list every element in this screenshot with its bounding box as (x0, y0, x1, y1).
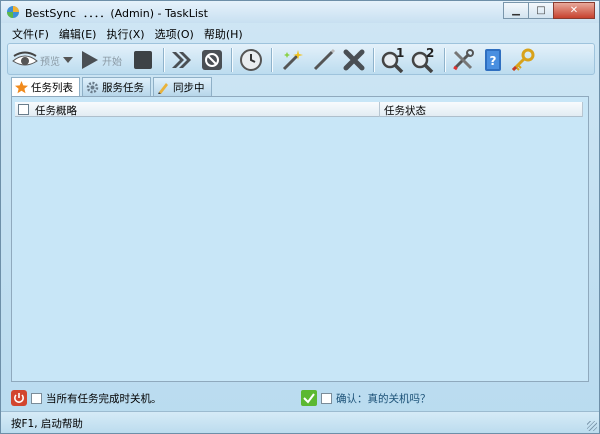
star-icon (15, 81, 28, 94)
find-2-button[interactable]: 2 (410, 47, 436, 73)
tab-syncing[interactable]: 同步中 (153, 77, 212, 96)
settings-button[interactable] (451, 48, 475, 72)
app-window: BestSync ．．．．(Admin) - TaskList ▁ □ ✕ 文件… (0, 0, 600, 434)
tab-syncing-label: 同步中 (173, 81, 205, 94)
gear-icon (86, 81, 99, 93)
new-task-button[interactable] (280, 48, 304, 72)
status-text: 按F1, 启动帮助 (11, 418, 83, 430)
tab-task-list-label: 任务列表 (31, 82, 73, 94)
toolbar-separator (231, 48, 232, 72)
toolbar-separator (444, 48, 445, 72)
confirm-label[interactable]: 确认：真的关机吗？ (336, 391, 431, 406)
cancel-icon (202, 50, 222, 70)
bestsync-logo-icon (7, 6, 19, 18)
svg-text:?: ? (490, 54, 497, 68)
toolbar-separator (163, 48, 164, 72)
tab-service-tasks-label: 服务任务 (102, 81, 144, 94)
maximize-button[interactable]: □ (528, 2, 554, 19)
shutdown-checkbox[interactable] (31, 392, 42, 404)
cancel-button[interactable] (201, 48, 223, 72)
preview-button[interactable]: 预览 (12, 48, 73, 72)
eye-icon (12, 51, 38, 66)
menu-file[interactable]: 文件(F) (7, 24, 54, 42)
edit-task-button[interactable] (312, 48, 336, 72)
window-title: BestSync ．．．．(Admin) - TaskList (25, 7, 208, 20)
find-2-label: 2 (426, 47, 434, 60)
find-1-label: 1 (396, 47, 404, 60)
tab-task-list[interactable]: 任务列表 (11, 77, 80, 97)
wand-icon (313, 48, 336, 71)
magnifier-1-icon: 1 (381, 47, 404, 73)
toolbar: 预览 开始 1 2 ? (7, 43, 595, 75)
tools-icon (453, 49, 474, 71)
key-icon (511, 48, 535, 72)
confirm-option: 确认：真的关机吗？ (301, 389, 431, 407)
double-chevron-icon (172, 52, 191, 68)
preview-label: 预览 (40, 56, 60, 68)
delete-x-icon (343, 49, 365, 71)
stop-icon (134, 51, 152, 69)
check-icon (301, 390, 317, 406)
select-all-checkbox[interactable] (18, 104, 29, 115)
column-task-summary[interactable]: 任务概略 (35, 103, 77, 118)
skip-button[interactable] (170, 48, 192, 72)
start-button[interactable]: 开始 (80, 48, 122, 72)
magic-wand-icon (282, 50, 303, 71)
status-bar: 按F1, 启动帮助 (1, 411, 599, 433)
pencil-icon (158, 82, 168, 94)
shutdown-option: 当所有任务完成时关机。 (11, 389, 162, 407)
column-task-status[interactable]: 任务状态 (384, 103, 426, 118)
toolbar-separator (271, 48, 272, 72)
menu-bar: 文件(F) 编辑(E) 执行(X) 选项(O) 帮助(H) (7, 24, 248, 42)
stop-button[interactable] (132, 48, 154, 72)
maximize-icon: □ (536, 5, 546, 16)
column-divider[interactable] (379, 102, 380, 117)
power-icon (11, 390, 27, 406)
task-list-panel[interactable]: 任务概略 任务状态 (11, 96, 589, 382)
close-button[interactable]: ✕ (553, 2, 595, 19)
find-1-button[interactable]: 1 (380, 47, 406, 73)
play-icon (82, 51, 98, 69)
minimize-button[interactable]: ▁ (503, 2, 529, 19)
magnifier-2-icon: 2 (411, 47, 434, 73)
caption-buttons: ▁ □ ✕ (503, 2, 595, 19)
schedule-button[interactable] (239, 48, 263, 72)
minimize-icon: ▁ (512, 5, 520, 16)
title-bar[interactable]: BestSync ．．．．(Admin) - TaskList ▁ □ ✕ (1, 1, 599, 23)
clock-icon (240, 49, 262, 71)
tab-bar: 任务列表 服务任务 同步中 (11, 77, 214, 97)
dropdown-arrow-icon (63, 57, 73, 63)
list-header: 任务概略 任务状态 (15, 102, 583, 117)
column-divider[interactable] (582, 102, 583, 117)
register-button[interactable] (510, 48, 536, 72)
shutdown-label[interactable]: 当所有任务完成时关机。 (46, 391, 162, 406)
toolbar-separator (373, 48, 374, 72)
resize-grip[interactable] (587, 421, 597, 431)
menu-options[interactable]: 选项(O) (150, 24, 199, 42)
menu-edit[interactable]: 编辑(E) (54, 24, 102, 42)
help-button[interactable]: ? (482, 48, 504, 72)
delete-task-button[interactable] (342, 48, 366, 72)
help-book-icon: ? (485, 49, 501, 71)
tab-service-tasks[interactable]: 服务任务 (82, 77, 151, 96)
close-icon: ✕ (569, 5, 579, 16)
start-label: 开始 (102, 56, 122, 68)
confirm-checkbox[interactable] (321, 392, 332, 404)
menu-help[interactable]: 帮助(H) (199, 24, 248, 42)
menu-execute[interactable]: 执行(X) (101, 24, 149, 42)
